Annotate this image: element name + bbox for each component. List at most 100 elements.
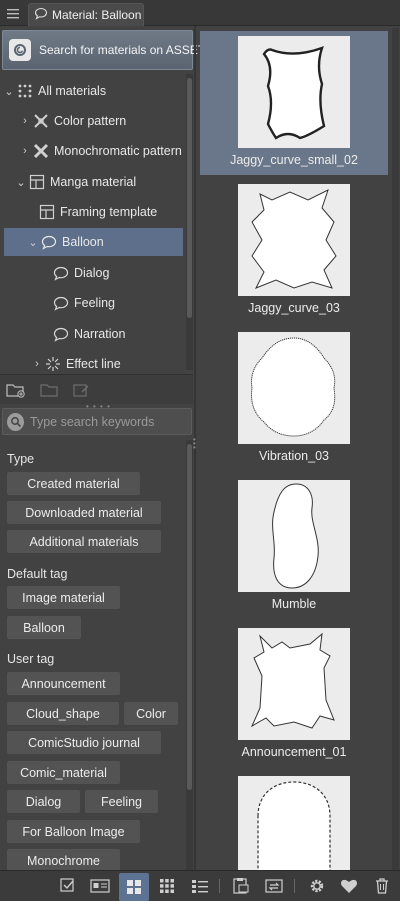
tree-item-color-pattern[interactable]: › Color pattern — [18, 107, 183, 135]
tree-item-dialog[interactable]: Dialog — [52, 259, 183, 287]
tags-scrollbar[interactable] — [186, 440, 193, 870]
list-view-icon[interactable] — [189, 876, 211, 896]
tag-downloaded-material[interactable]: Downloaded material — [7, 501, 161, 524]
tree-item-label: Effect line — [66, 357, 121, 371]
grid-scrollbar[interactable] — [392, 28, 399, 870]
material-thumbnail — [238, 628, 350, 740]
chevron-right-icon[interactable]: › — [18, 145, 32, 157]
search-assets-button[interactable]: Search for materials on ASSETS — [2, 30, 213, 70]
tree-item-all-materials[interactable]: ⌄ All materials — [2, 77, 183, 105]
large-thumbnail-view-icon[interactable] — [119, 873, 149, 901]
tag-comicstudio-journal[interactable]: ComicStudio journal — [7, 731, 161, 754]
tree-item-label: Manga material — [50, 175, 137, 189]
tree-item-narration[interactable]: Narration — [52, 320, 183, 348]
material-item[interactable]: Jaggy_curve_03 — [200, 179, 388, 323]
tag-for-balloon-image[interactable]: For Balloon Image — [7, 820, 140, 843]
material-label: Jaggy_curve_small_02 — [230, 153, 358, 167]
material-label: Vibration_03 — [259, 449, 329, 463]
tree-item-label: Narration — [74, 327, 126, 341]
tree-item-monochromatic-pattern[interactable]: › Monochromatic pattern — [18, 137, 183, 165]
chevron-down-icon[interactable]: ⌄ — [26, 236, 40, 249]
user-tag-heading: User tag — [7, 652, 55, 666]
new-folder-icon[interactable] — [6, 381, 26, 399]
tag-feeling[interactable]: Feeling — [85, 790, 158, 813]
material-item[interactable]: Jaggy_curve_small_02 — [200, 31, 388, 175]
panel-tab-bar: Material: Balloon — [0, 0, 400, 26]
delete-folder-icon[interactable] — [40, 381, 60, 399]
tree-item-label: Color pattern — [54, 114, 127, 128]
material-item[interactable]: Vibration_03 — [200, 327, 388, 471]
material-thumbnail — [238, 184, 350, 296]
tree-item-label: Feeling — [74, 296, 115, 310]
tree-item-manga-material[interactable]: ⌄ Manga material — [14, 168, 183, 196]
trash-icon[interactable] — [371, 876, 393, 896]
material-item[interactable] — [200, 771, 388, 870]
tag-cloud-shape[interactable]: Cloud_shape — [7, 702, 119, 725]
material-label: Mumble — [271, 597, 317, 611]
tag-additional-materials[interactable]: Additional materials — [7, 530, 161, 553]
balloon-icon — [52, 264, 70, 282]
tree-item-feeling[interactable]: Feeling — [52, 289, 183, 317]
edit-folder-icon[interactable] — [72, 381, 92, 399]
tag-created-material[interactable]: Created material — [7, 472, 140, 495]
tag-balloon[interactable]: Balloon — [7, 616, 81, 639]
assets-logo-icon — [9, 39, 31, 61]
heart-icon[interactable] — [338, 876, 360, 896]
chevron-right-icon[interactable]: › — [30, 358, 44, 370]
material-item[interactable]: Mumble — [200, 475, 388, 619]
bottom-toolbar — [0, 870, 400, 901]
gear-icon[interactable] — [306, 876, 328, 896]
balloon-icon — [34, 7, 48, 23]
tag-image-material[interactable]: Image material — [7, 586, 120, 609]
paste-to-canvas-icon[interactable] — [230, 876, 252, 896]
default-tag-heading: Default tag — [7, 567, 68, 581]
tree-toolbar — [0, 374, 193, 404]
all-materials-icon — [16, 82, 34, 100]
framing-template-icon — [38, 203, 56, 221]
balloon-icon — [52, 294, 70, 312]
material-thumbnail — [238, 480, 350, 592]
search-assets-label: Search for materials on ASSETS — [39, 43, 214, 57]
effect-line-icon — [44, 355, 62, 373]
search-input[interactable] — [30, 414, 191, 429]
manga-material-icon — [28, 173, 46, 191]
material-label: Jaggy_curve_03 — [248, 301, 340, 315]
balloon-icon — [52, 325, 70, 343]
material-thumbnail — [238, 36, 350, 148]
replace-material-icon[interactable] — [263, 876, 285, 896]
tree-item-label: Monochromatic pattern — [54, 144, 182, 158]
material-grid: Jaggy_curve_small_02 Jaggy_curve_03 Vibr… — [198, 28, 400, 870]
divider-handle[interactable]: • • • — [193, 436, 196, 452]
search-icon — [7, 412, 24, 431]
material-item[interactable]: Announcement_01 — [200, 623, 388, 767]
material-tree: ⌄ All materials › Color pattern › Monoch… — [0, 74, 193, 374]
toolbar-divider — [294, 879, 295, 893]
material-thumbnail — [238, 776, 350, 870]
tag-dialog[interactable]: Dialog — [7, 790, 80, 813]
keyword-search[interactable] — [2, 408, 192, 435]
tree-item-label: Balloon — [62, 235, 104, 249]
tag-announcement[interactable]: Announcement — [7, 672, 120, 695]
chevron-right-icon[interactable]: › — [18, 115, 32, 127]
tag-color[interactable]: Color — [124, 702, 178, 725]
material-label: Announcement_01 — [241, 745, 347, 759]
chevron-down-icon[interactable]: ⌄ — [2, 85, 16, 98]
panel-menu-icon[interactable] — [4, 4, 22, 22]
tag-monochrome[interactable]: Monochrome — [7, 849, 120, 870]
tree-item-effect-line[interactable]: › Effect line — [30, 350, 183, 374]
small-thumbnail-view-icon[interactable] — [156, 876, 178, 896]
tab-material-balloon[interactable]: Material: Balloon — [28, 3, 144, 26]
tab-title: Material: Balloon — [52, 8, 142, 22]
tag-comic-material[interactable]: Comic_material — [7, 761, 120, 784]
tree-scrollbar-thumb[interactable] — [187, 78, 192, 318]
chevron-down-icon[interactable]: ⌄ — [14, 176, 28, 189]
paste-material-icon[interactable] — [57, 876, 79, 896]
monochromatic-pattern-icon — [32, 142, 50, 160]
tags-scrollbar-thumb[interactable] — [187, 444, 192, 790]
tree-scrollbar[interactable] — [186, 74, 193, 370]
toolbar-divider — [219, 879, 220, 893]
tree-item-label: All materials — [38, 84, 107, 98]
tree-item-framing-template[interactable]: Framing template — [38, 198, 183, 226]
detail-view-icon[interactable] — [89, 876, 111, 896]
tree-item-balloon[interactable]: ⌄ Balloon — [4, 228, 183, 256]
